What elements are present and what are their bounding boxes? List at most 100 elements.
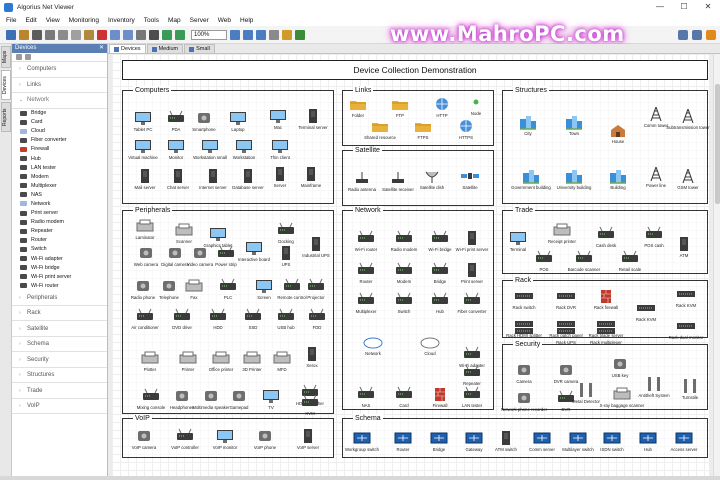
device-https[interactable]: HTTPS (442, 118, 490, 140)
device-network-phone-recorder[interactable]: Network phone recorder (500, 390, 548, 412)
device-network[interactable]: Network (349, 334, 397, 356)
settings-icon[interactable] (692, 30, 702, 40)
label-icon[interactable] (282, 29, 292, 40)
device-item-modem[interactable]: Modem (12, 172, 107, 181)
menu-help[interactable]: Help (240, 17, 253, 24)
category-security[interactable]: › Security (12, 352, 107, 368)
device-kvm[interactable]: KVM (286, 394, 334, 416)
menu-tools[interactable]: Tools (144, 17, 159, 24)
device-item-nas[interactable]: NAS (12, 190, 107, 199)
device-item-wi-fi-router[interactable]: Wi-Fi router (12, 281, 107, 290)
device-dvr-camera[interactable]: DVR camera (542, 362, 590, 384)
device-retail-scale[interactable]: Retail scale (606, 250, 654, 272)
device-cash-desk[interactable]: Cash desk (582, 226, 630, 248)
device-item-hub[interactable]: Hub (12, 154, 107, 163)
menu-monitoring[interactable]: Monitoring (69, 17, 99, 24)
category-links[interactable]: › Links (12, 78, 107, 93)
device-repeater[interactable]: Repeater (448, 364, 496, 386)
minimize-button[interactable]: — (648, 0, 672, 14)
open-icon[interactable] (19, 29, 29, 40)
device-access-server[interactable]: Access server (660, 430, 708, 452)
paste-icon[interactable] (84, 29, 94, 40)
device-city[interactable]: City (504, 114, 552, 136)
device-ftps[interactable]: FTPS (399, 118, 447, 140)
monitor-icon[interactable] (295, 29, 305, 40)
device-node[interactable]: Node (452, 94, 500, 116)
category-trade[interactable]: › Trade (12, 383, 107, 399)
category-rack[interactable]: › Rack (12, 306, 107, 322)
new-map-icon[interactable] (6, 29, 16, 40)
device-item-repeater[interactable]: Repeater (12, 227, 107, 236)
device-terminal[interactable]: Terminal (494, 230, 542, 252)
device-voip-phone[interactable]: VoIP phone (241, 428, 289, 450)
device-print-server[interactable]: Print server (448, 262, 496, 284)
tab-small-map[interactable]: Small (184, 44, 215, 53)
device-voip-server[interactable]: VoIP server (284, 428, 332, 450)
device-university-building[interactable]: University building (550, 168, 598, 190)
device-mainframe[interactable]: Mainframe (287, 166, 335, 188)
device-item-card[interactable]: Card (12, 118, 107, 127)
device-xerox[interactable]: Xerox (288, 346, 336, 368)
device-rack-multiplexer[interactable]: Rack multiplexer (582, 323, 630, 345)
category-voip[interactable]: › VoIP (12, 399, 107, 415)
device-item-network[interactable]: Network (12, 199, 107, 208)
device-lan-tester[interactable]: LAN tester (448, 386, 496, 408)
device-projector[interactable]: Projector (292, 278, 340, 300)
device-usb-key[interactable]: USB key (596, 356, 644, 378)
undo-icon[interactable] (110, 29, 120, 40)
hand-icon[interactable] (149, 29, 159, 40)
category-structures[interactable]: › Structures (12, 368, 107, 384)
device-government-building[interactable]: Government building (507, 168, 555, 190)
device-item-multiplexer[interactable]: Multiplexer (12, 181, 107, 190)
panel-tool-icon[interactable] (16, 54, 22, 60)
device-thin-client[interactable]: Thin client (256, 138, 304, 160)
menu-map[interactable]: Map (168, 17, 181, 24)
link-icon[interactable] (269, 29, 279, 40)
device-wi-fi-print-server[interactable]: Wi-Fi print server (448, 230, 496, 252)
copy-icon[interactable] (71, 29, 81, 40)
category-network[interactable]: ⌄ Network (12, 93, 107, 109)
device-item-bridge[interactable]: Bridge (12, 109, 107, 118)
device-item-switch[interactable]: Switch (12, 245, 107, 254)
device-satellite[interactable]: Satellite (446, 168, 494, 190)
save-icon[interactable] (32, 29, 42, 40)
zoom-in-icon[interactable] (162, 29, 172, 40)
fit-page-icon[interactable] (230, 29, 240, 40)
device-item-fiber-converter[interactable]: Fiber converter (12, 136, 107, 145)
menu-inventory[interactable]: Inventory (108, 17, 135, 24)
menu-file[interactable]: File (6, 17, 16, 24)
device-item-cloud[interactable]: Cloud (12, 127, 107, 136)
device-item-router[interactable]: Router (12, 236, 107, 245)
device-barcode-scanner[interactable]: Barcode scanner (560, 250, 608, 272)
tab-maps[interactable]: Maps (1, 46, 11, 68)
panel-close-icon[interactable]: ✕ (99, 44, 104, 53)
device-town[interactable]: Town (550, 114, 598, 136)
redo-icon[interactable] (123, 29, 133, 40)
device-rack-switch[interactable]: Rack switch (500, 288, 548, 310)
delete-icon[interactable] (97, 29, 107, 40)
device-item-firewall[interactable]: Firewall (12, 145, 107, 154)
menu-web[interactable]: Web (218, 17, 231, 24)
device-turnstile[interactable]: Turnstile (666, 378, 714, 400)
print-icon[interactable] (45, 29, 55, 40)
camera-icon[interactable] (678, 30, 688, 40)
category-peripherals[interactable]: › Peripherals (12, 290, 107, 306)
device-terminal-server[interactable]: Terminal server (289, 108, 337, 130)
tab-reports[interactable]: Reports (1, 102, 11, 132)
device-subtransmission-tower[interactable]: Subtransmission tower (664, 108, 712, 130)
device-item-lan-tester[interactable]: LAN tester (12, 163, 107, 172)
device-cloud[interactable]: Cloud (406, 334, 454, 356)
align-icon[interactable] (256, 29, 266, 40)
device-gsm-tower[interactable]: GSM tower (664, 168, 712, 190)
vertical-scrollbar[interactable] (713, 54, 720, 476)
device-fiber-converter[interactable]: Fiber converter (448, 292, 496, 314)
grid-icon[interactable] (243, 29, 253, 40)
device-rack-dual-monitor[interactable]: Rack dual monitor (662, 318, 710, 340)
menu-server[interactable]: Server (190, 17, 209, 24)
device-folder[interactable]: Folder (334, 96, 382, 118)
close-button[interactable]: ✕ (696, 0, 720, 14)
cut-icon[interactable] (58, 29, 68, 40)
zoom-select[interactable]: 100% (191, 29, 227, 40)
maximize-button[interactable]: ☐ (672, 0, 696, 14)
menu-view[interactable]: View (46, 17, 60, 24)
